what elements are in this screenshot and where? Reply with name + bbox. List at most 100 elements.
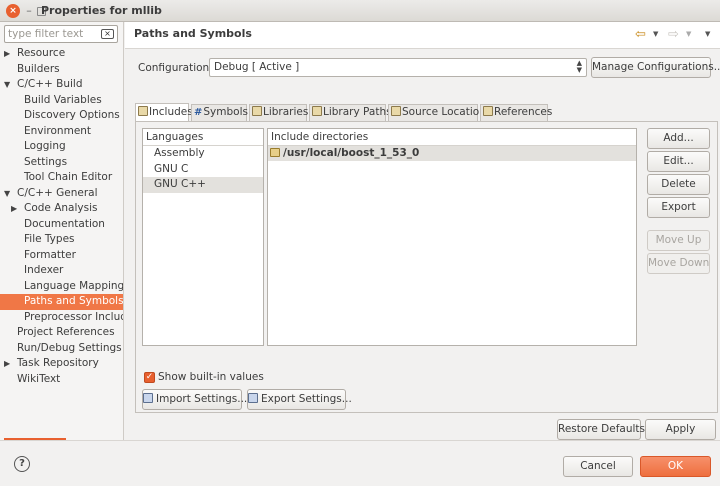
include-directories-header: Include directories [268, 129, 636, 146]
sidebar-item-label: Task Repository [17, 357, 99, 369]
sidebar-item-label: File Types [24, 233, 75, 245]
page-title: Paths and Symbols [134, 27, 252, 40]
tab-label: Libraries [263, 106, 309, 118]
import-settings-button[interactable]: Import Settings... [142, 389, 247, 410]
collapsed-arrow-icon[interactable]: ▶ [4, 356, 10, 372]
edit-button[interactable]: Edit... [647, 151, 710, 172]
sidebar-tree: ▶ Resource Builders ▼ C/C++ Build Build Varia… [0, 46, 124, 388]
sidebar-item[interactable]: Build Variables [0, 93, 123, 109]
sidebar-item[interactable]: ▶ Task Repository [0, 356, 123, 372]
sidebar-item[interactable]: Settings [0, 155, 123, 171]
language-item[interactable]: GNU C [143, 162, 263, 178]
include-directory-path: /usr/local/boost_1_53_0 [283, 147, 420, 159]
import-icon [143, 393, 153, 403]
sidebar-item-label: Resource [17, 47, 66, 59]
expanded-arrow-icon[interactable]: ▼ [4, 186, 10, 202]
sidebar-item[interactable]: Documentation [0, 217, 123, 233]
sidebar-item[interactable]: Run/Debug Settings [0, 341, 123, 357]
main-panel: Paths and Symbols ⇦ ▼ ⇨ ▼ ▼ Configuratio… [125, 22, 720, 440]
sidebar-item[interactable]: Language Mappings [0, 279, 123, 295]
language-item[interactable]: Assembly [143, 146, 263, 162]
sidebar-item[interactable]: File Types [0, 232, 123, 248]
sidebar-item-label: Paths and Symbols [24, 295, 124, 307]
configuration-label: Configuration: [138, 62, 213, 74]
delete-button[interactable]: Delete [647, 174, 710, 195]
sidebar-item[interactable]: Environment [0, 124, 123, 140]
configuration-select[interactable]: Debug [ Active ] ▲ ▼ [209, 58, 587, 77]
sidebar-item-label: C/C++ Build [17, 78, 83, 90]
sidebar-item-label: C/C++ General [17, 186, 98, 199]
cancel-button[interactable]: Cancel [563, 456, 633, 477]
folder-icon [391, 106, 401, 116]
sidebar-item-label: Tool Chain Editor [24, 171, 113, 183]
export-settings-button[interactable]: Export Settings... [247, 389, 352, 410]
sidebar-item[interactable]: Formatter [0, 248, 123, 264]
move-down-button[interactable]: Move Down [647, 253, 710, 274]
sidebar-item[interactable]: Discovery Options [0, 108, 123, 124]
folder-icon [312, 106, 322, 116]
show-builtin-checkbox[interactable]: ✓ [144, 372, 155, 383]
sidebar-item-label: Logging [24, 140, 66, 152]
tab-label: Symbols [203, 106, 248, 118]
minimize-icon[interactable]: – [22, 4, 36, 18]
sidebar-item-label: WikiText [17, 372, 61, 385]
sidebar-item[interactable]: Tool Chain Editor [0, 170, 123, 186]
dialog-footer: ? Cancel OK [0, 440, 720, 486]
collapsed-arrow-icon[interactable]: ▶ [4, 46, 10, 62]
include-directory-row[interactable]: /usr/local/boost_1_53_0 [268, 146, 636, 161]
sidebar-item[interactable]: ▼ C/C++ General [0, 186, 123, 202]
filter-field[interactable]: × [4, 25, 118, 43]
tab-libraries[interactable]: Libraries [249, 104, 309, 121]
apply-button[interactable]: Apply [645, 419, 716, 440]
hash-icon: # [194, 107, 203, 118]
include-directories-list[interactable]: Include directories /usr/local/boost_1_5… [267, 128, 637, 346]
sidebar-item[interactable]: Builders [0, 62, 123, 78]
view-menu-icon[interactable]: ▼ [705, 30, 710, 38]
tab-library-paths[interactable]: Library Paths [309, 104, 392, 121]
page-header: Paths and Symbols ⇦ ▼ ⇨ ▼ ▼ [125, 22, 720, 49]
move-up-button[interactable]: Move Up [647, 230, 710, 251]
sidebar-item-label: Run/Debug Settings [17, 341, 122, 354]
sidebar-item[interactable]: ▼ C/C++ Build [0, 77, 123, 93]
sidebar-item[interactable]: Paths and Symbols [0, 294, 124, 310]
tab-references[interactable]: References [480, 104, 552, 121]
language-item[interactable]: GNU C++ [143, 177, 263, 193]
sidebar-item-label: Indexer [24, 264, 64, 276]
ok-button[interactable]: OK [640, 456, 711, 477]
help-icon[interactable]: ? [14, 456, 30, 472]
back-dropdown-icon[interactable]: ▼ [653, 30, 658, 38]
import-settings-label: Import Settings... [156, 393, 248, 405]
add-button[interactable]: Add... [647, 128, 710, 149]
restore-defaults-button[interactable]: Restore Defaults [557, 419, 645, 440]
sidebar-item[interactable]: Indexer [0, 263, 123, 279]
tab-includes[interactable]: Includes [135, 103, 193, 121]
sidebar-item[interactable]: ▶ Code Analysis [0, 201, 123, 217]
export-button[interactable]: Export [647, 197, 710, 218]
languages-list[interactable]: Languages Assembly GNU C GNU C++ [142, 128, 264, 346]
sidebar-item[interactable]: WikiText [0, 372, 123, 388]
tab-source-location[interactable]: Source Location [388, 104, 486, 121]
collapsed-arrow-icon[interactable]: ▶ [11, 201, 17, 217]
clear-filter-icon[interactable]: × [101, 29, 114, 39]
sidebar-item[interactable]: Preprocessor Include [0, 310, 123, 326]
sidebar-item-label: Build Variables [24, 93, 102, 106]
tab-label: Includes [149, 106, 193, 118]
forward-dropdown-icon[interactable]: ▼ [686, 30, 691, 38]
sidebar-item[interactable]: Project References [0, 325, 123, 341]
configuration-value: Debug [ Active ] [214, 61, 300, 73]
forward-arrow-icon[interactable]: ⇨ [668, 27, 679, 42]
manage-configurations-button[interactable]: Manage Configurations... [591, 57, 720, 78]
sidebar-item-label: Environment [24, 124, 92, 137]
sidebar-item[interactable]: ▶ Resource [0, 46, 123, 62]
close-icon[interactable]: × [6, 4, 20, 18]
title-bar: × – Properties for mllib [0, 0, 720, 22]
library-icon [252, 106, 262, 116]
expanded-arrow-icon[interactable]: ▼ [4, 77, 10, 93]
back-arrow-icon[interactable]: ⇦ [635, 27, 646, 42]
sidebar-item-label: Project References [17, 326, 115, 338]
sidebar-item-label: Documentation [24, 217, 105, 230]
tab-symbols[interactable]: #Symbols [191, 104, 248, 121]
export-settings-label: Export Settings... [261, 393, 352, 405]
filter-input[interactable] [8, 27, 96, 41]
sidebar-item[interactable]: Logging [0, 139, 123, 155]
